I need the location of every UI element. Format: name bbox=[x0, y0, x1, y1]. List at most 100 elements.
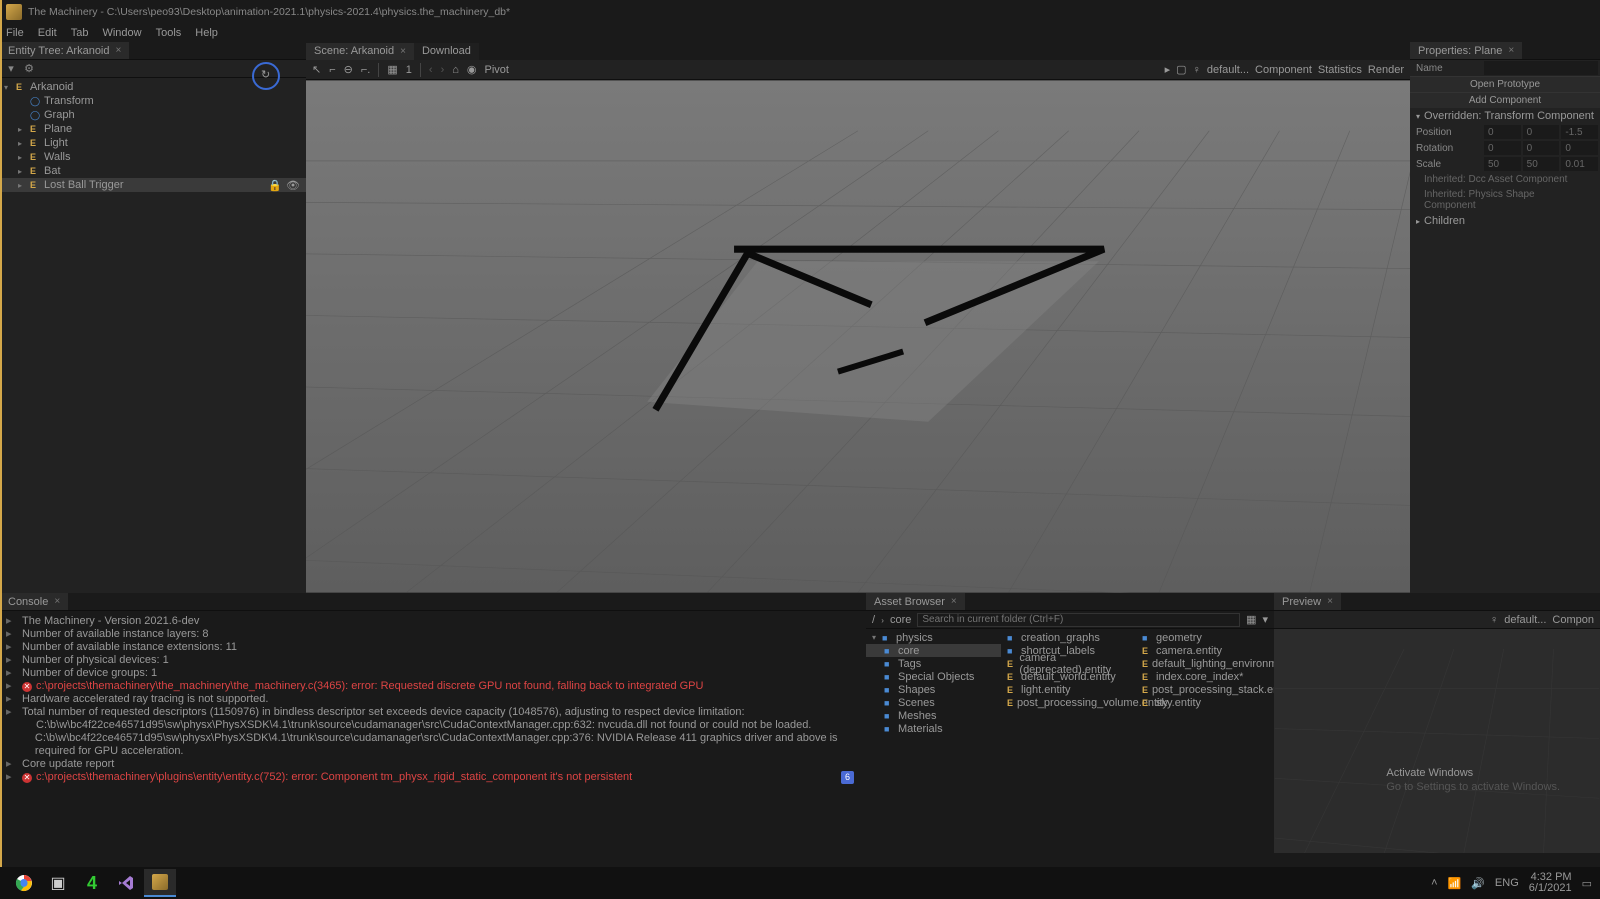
close-icon[interactable]: × bbox=[400, 46, 406, 57]
eye-icon[interactable]: 👁 bbox=[286, 179, 300, 192]
component-label[interactable]: Compon bbox=[1552, 614, 1594, 626]
search-input[interactable] bbox=[917, 613, 1240, 627]
chevron-right-icon[interactable]: ▸ bbox=[18, 139, 26, 148]
asset-item[interactable]: Edefault_world.entity bbox=[1001, 670, 1136, 683]
move-tool-icon[interactable]: ⌐ bbox=[329, 64, 335, 76]
lock-icon[interactable]: 🔒 bbox=[268, 179, 282, 192]
close-icon[interactable]: × bbox=[1508, 45, 1514, 56]
prev-icon[interactable]: ‹ bbox=[429, 64, 433, 76]
default-dropdown[interactable]: default... bbox=[1207, 64, 1249, 76]
asset-item[interactable]: ■Materials bbox=[866, 722, 1001, 735]
close-icon[interactable]: × bbox=[951, 596, 957, 607]
language-indicator[interactable]: ENG bbox=[1495, 877, 1519, 889]
asset-item[interactable]: ■Scenes bbox=[866, 696, 1001, 709]
pivot-label[interactable]: Pivot bbox=[485, 64, 509, 76]
tree-root[interactable]: ▾ E Arkanoid bbox=[0, 80, 306, 94]
name-input[interactable] bbox=[1484, 61, 1598, 75]
prop-input[interactable]: 0.01 bbox=[1561, 157, 1598, 171]
light-icon[interactable]: ♀ bbox=[1193, 64, 1201, 76]
asset-item[interactable]: ■Tags bbox=[866, 657, 1001, 670]
menu-tab[interactable]: Tab bbox=[71, 27, 89, 39]
box-icon[interactable]: ▢ bbox=[1176, 63, 1186, 76]
clock[interactable]: 4:32 PM 6/1/2021 bbox=[1529, 872, 1572, 894]
asset-item[interactable]: ■creation_graphs bbox=[1001, 631, 1136, 644]
breadcrumb[interactable]: / › core bbox=[872, 614, 911, 626]
chevron-right-icon[interactable]: ▸ bbox=[18, 153, 26, 162]
preview-viewport[interactable]: Activate Windows Go to Settings to activ… bbox=[1274, 629, 1600, 853]
menu-help[interactable]: Help bbox=[195, 27, 218, 39]
default-dropdown[interactable]: default... bbox=[1504, 614, 1546, 626]
viewport[interactable] bbox=[306, 80, 1410, 593]
close-icon[interactable]: × bbox=[116, 45, 122, 56]
visual-studio-icon[interactable] bbox=[110, 869, 142, 897]
tree-item[interactable]: ▸ELight bbox=[0, 136, 306, 150]
open-prototype-button[interactable]: Open Prototype bbox=[1410, 76, 1600, 92]
prop-input[interactable]: 0 bbox=[1484, 125, 1521, 139]
statistics-button[interactable]: Statistics bbox=[1318, 64, 1362, 76]
tree-item[interactable]: ◯Graph bbox=[0, 108, 306, 122]
volume-icon[interactable]: 🔊 bbox=[1471, 877, 1485, 890]
menu-file[interactable]: File bbox=[6, 27, 24, 39]
prop-input[interactable]: 50 bbox=[1523, 157, 1560, 171]
prop-input[interactable]: 50 bbox=[1484, 157, 1521, 171]
asset-browser-tab[interactable]: Asset Browser × bbox=[866, 593, 965, 610]
menu-tools[interactable]: Tools bbox=[156, 27, 182, 39]
prop-input[interactable]: 0 bbox=[1561, 141, 1598, 155]
menu-window[interactable]: Window bbox=[102, 27, 141, 39]
terminal-icon[interactable]: ▣ bbox=[42, 869, 74, 897]
asset-item[interactable]: ■core bbox=[866, 644, 1001, 657]
console-output[interactable]: ▸The Machinery - Version 2021.6-dev▸Numb… bbox=[0, 611, 866, 853]
asset-item[interactable]: Edefault_lighting_environment.entity bbox=[1136, 657, 1271, 670]
rotate-tool-icon[interactable]: ⊖ bbox=[344, 63, 353, 76]
chevron-down-icon[interactable]: ▾ bbox=[4, 83, 12, 92]
prop-input[interactable]: 0 bbox=[1523, 141, 1560, 155]
chevron-down-icon[interactable]: ▾ bbox=[1416, 112, 1420, 121]
render-button[interactable]: Render bbox=[1368, 64, 1404, 76]
grid-icon[interactable]: ▦ bbox=[387, 63, 397, 76]
pivot-icon[interactable]: ◉ bbox=[467, 63, 477, 76]
home-icon[interactable]: ⌂ bbox=[452, 64, 459, 76]
asset-item[interactable]: Ecamera.entity bbox=[1136, 644, 1271, 657]
asset-item[interactable]: ■Special Objects bbox=[866, 670, 1001, 683]
app4-icon[interactable]: 4 bbox=[76, 869, 108, 897]
light-icon[interactable]: ♀ bbox=[1490, 614, 1498, 626]
chevron-right-icon[interactable]: ▸ bbox=[1416, 217, 1420, 226]
entity-tree[interactable]: ▾ E Arkanoid ◯Transform◯Graph▸EPlane▸ELi… bbox=[0, 78, 306, 593]
asset-item[interactable]: Epost_processing_stack.entity bbox=[1136, 683, 1271, 696]
asset-item[interactable]: ■geometry bbox=[1136, 631, 1271, 644]
asset-item[interactable]: ■Shapes bbox=[866, 683, 1001, 696]
tree-item[interactable]: ◯Transform bbox=[0, 94, 306, 108]
asset-item[interactable]: Epost_processing_volume.entity bbox=[1001, 696, 1136, 709]
select-tool-icon[interactable]: ↖ bbox=[312, 63, 321, 76]
menu-edit[interactable]: Edit bbox=[38, 27, 57, 39]
chevron-right-icon[interactable]: ▸ bbox=[18, 167, 26, 176]
component-button[interactable]: Component bbox=[1255, 64, 1312, 76]
asset-item[interactable]: ■Meshes bbox=[866, 709, 1001, 722]
prop-input[interactable]: 0 bbox=[1484, 141, 1521, 155]
close-icon[interactable]: × bbox=[54, 596, 60, 607]
tree-item[interactable]: ▸EPlane bbox=[0, 122, 306, 136]
chevron-right-icon[interactable]: ▸ bbox=[18, 181, 26, 190]
next-icon[interactable]: › bbox=[441, 64, 445, 76]
tree-item[interactable]: ▸ELost Ball Trigger🔒👁 bbox=[0, 178, 306, 192]
asset-item[interactable]: ▾■physics bbox=[866, 631, 1001, 644]
snap-value[interactable]: 1 bbox=[406, 64, 412, 76]
properties-tab[interactable]: Properties: Plane × bbox=[1410, 42, 1522, 59]
chrome-icon[interactable] bbox=[8, 869, 40, 897]
asset-item[interactable]: Elight.entity bbox=[1001, 683, 1136, 696]
tree-item[interactable]: ▸EBat bbox=[0, 164, 306, 178]
prop-input[interactable]: 0 bbox=[1523, 125, 1560, 139]
tray-chevron-icon[interactable]: ˄ bbox=[1431, 877, 1437, 889]
play-icon[interactable]: ▸ bbox=[1165, 63, 1171, 76]
dropdown-icon[interactable]: ▾ bbox=[1262, 613, 1268, 626]
asset-item[interactable]: Esky.entity bbox=[1136, 696, 1271, 709]
download-tab[interactable]: Download bbox=[414, 43, 479, 60]
tree-item[interactable]: ▸EWalls bbox=[0, 150, 306, 164]
chevron-right-icon[interactable]: ▸ bbox=[18, 125, 26, 134]
preview-tab[interactable]: Preview × bbox=[1274, 593, 1341, 610]
notifications-icon[interactable]: ▭ bbox=[1582, 877, 1592, 890]
add-component-button[interactable]: Add Component bbox=[1410, 92, 1600, 108]
asset-item[interactable]: Ecamera (deprecated).entity bbox=[1001, 657, 1136, 670]
scene-tab[interactable]: Scene: Arkanoid × bbox=[306, 43, 414, 60]
close-icon[interactable]: × bbox=[1327, 596, 1333, 607]
